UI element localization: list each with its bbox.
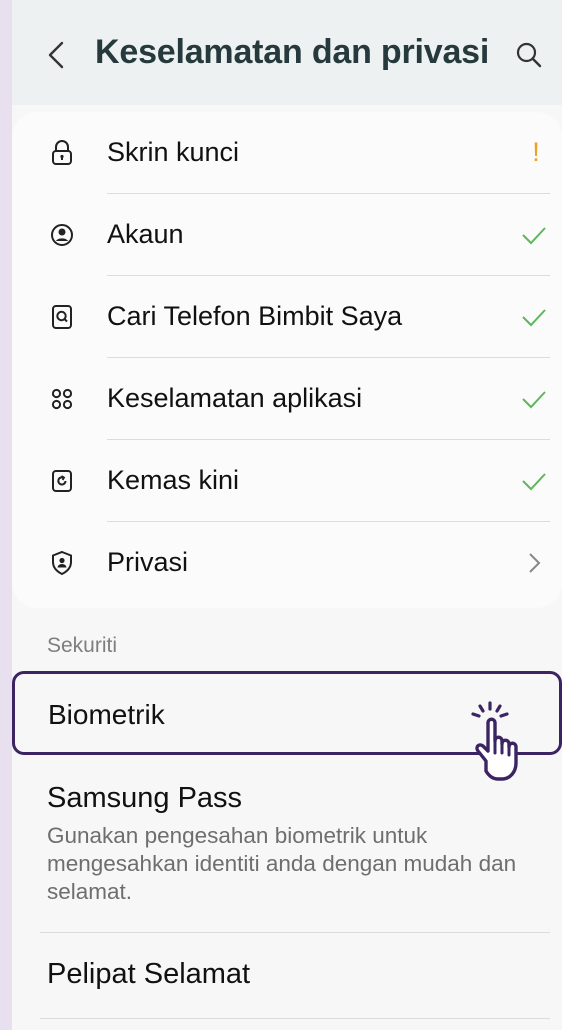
back-arrow-icon[interactable] [45, 40, 67, 70]
status-item-label: Kemas kini [107, 465, 240, 495]
apps-icon [51, 388, 73, 410]
pelipat-selamat-title: Pelipat Selamat [47, 958, 251, 990]
privacy-shield-icon [52, 550, 72, 576]
samsung-pass-description: Gunakan pengesahan biometrik untuk menge… [47, 823, 517, 904]
chevron-right-icon [529, 553, 541, 573]
find-phone-icon [52, 305, 72, 329]
status-item-keselamatan-aplikasi[interactable]: Keselamatan aplikasi [12, 358, 562, 440]
page-title: Keselamatan dan privasi [95, 33, 490, 71]
phone-screen: Keselamatan dan privasi Skrin kunci ! Ak… [12, 0, 562, 1030]
account-icon [51, 224, 73, 246]
status-item-cari-telefon[interactable]: Cari Telefon Bimbit Saya [12, 276, 562, 358]
status-item-label: Akaun [107, 219, 184, 249]
search-icon[interactable] [514, 40, 544, 70]
status-item-label: Skrin kunci [107, 137, 240, 167]
app-bar: Keselamatan dan privasi [12, 0, 562, 105]
lock-icon [52, 140, 72, 165]
divider [40, 1018, 550, 1019]
status-item-privasi[interactable]: Privasi [12, 522, 562, 604]
pelipat-selamat-item[interactable]: Pelipat Selamat [12, 933, 562, 1019]
status-item-label: Privasi [107, 547, 189, 577]
checkmark-icon [522, 391, 546, 409]
security-status-card: Skrin kunci ! Akaun Cari Telefon Bimbit … [12, 112, 562, 608]
status-item-kemas-kini[interactable]: Kemas kini [12, 440, 562, 522]
samsung-pass-title: Samsung Pass [47, 782, 243, 814]
status-item-akaun[interactable]: Akaun [12, 194, 562, 276]
biometrik-label: Biometrik [48, 699, 165, 730]
status-item-label: Cari Telefon Bimbit Saya [107, 301, 403, 331]
samsung-pass-item[interactable]: Samsung Pass Gunakan pengesahan biometri… [12, 762, 562, 932]
checkmark-icon [522, 473, 546, 491]
section-label-sekuriti: Sekuriti [47, 634, 118, 657]
warning-icon: ! [532, 137, 540, 167]
checkmark-icon [522, 227, 546, 245]
status-item-label: Keselamatan aplikasi [107, 383, 363, 413]
status-item-skrin-kunci[interactable]: Skrin kunci ! [12, 112, 562, 194]
checkmark-icon [522, 309, 546, 327]
update-icon [52, 470, 72, 492]
